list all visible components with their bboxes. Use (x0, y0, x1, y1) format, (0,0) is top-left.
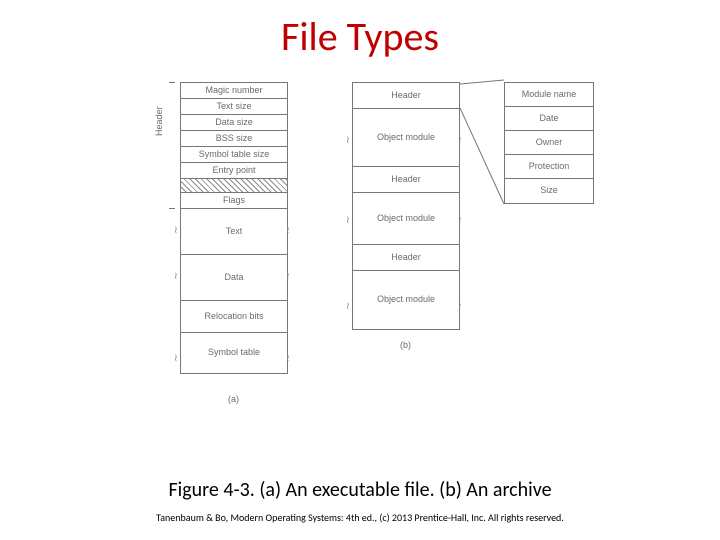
file-types-diagram: Header Magic number Text size Data size … (160, 82, 600, 462)
break-mark: ≀ (286, 356, 296, 368)
exe-hatched (181, 179, 287, 193)
break-mark: ≀ (174, 356, 184, 368)
break-mark: ≀ (346, 304, 356, 316)
break-mark: ≀ (346, 138, 356, 150)
archive-column: Header Object module Header Object modul… (352, 82, 460, 330)
ar-header-0: Header (353, 83, 459, 109)
module-header-detail: Module name Date Owner Protection Size (504, 82, 594, 204)
exe-text-size: Text size (181, 99, 287, 115)
ar-header-2: Header (353, 245, 459, 271)
exe-symbol-table: Symbol table (181, 333, 287, 373)
connector-lines (460, 78, 504, 208)
mod-protection: Protection (505, 155, 593, 179)
ar-objmod-0: Object module (353, 109, 459, 167)
exe-data-size: Data size (181, 115, 287, 131)
break-mark: ≀ (346, 218, 356, 230)
ar-objmod-2: Object module (353, 271, 459, 329)
break-mark: ≀ (286, 228, 296, 240)
break-mark: ≀ (458, 304, 468, 316)
page-title: File Types (0, 0, 720, 61)
ar-objmod-1: Object module (353, 193, 459, 245)
exe-text-segment: Text (181, 209, 287, 255)
exe-bss-size: BSS size (181, 131, 287, 147)
mod-name: Module name (505, 83, 593, 107)
header-brace-label: Header (154, 106, 164, 136)
sublabel-b: (b) (400, 340, 411, 350)
copyright-line: Tanenbaum & Bo, Modern Operating Systems… (0, 511, 720, 524)
sublabel-a: (a) (228, 394, 239, 404)
mod-owner: Owner (505, 131, 593, 155)
exe-sym-table-size: Symbol table size (181, 147, 287, 163)
exe-flags: Flags (181, 193, 287, 209)
mod-size: Size (505, 179, 593, 203)
exe-entry-point: Entry point (181, 163, 287, 179)
ar-header-1: Header (353, 167, 459, 193)
break-mark: ≀ (174, 228, 184, 240)
exe-magic-number: Magic number (181, 83, 287, 99)
break-mark: ≀ (174, 274, 184, 286)
break-mark: ≀ (458, 218, 468, 230)
figure-caption: Figure 4-3. (a) An executable file. (b) … (0, 478, 720, 502)
exe-data-segment: Data (181, 255, 287, 301)
executable-column: Magic number Text size Data size BSS siz… (180, 82, 288, 374)
mod-date: Date (505, 107, 593, 131)
break-mark: ≀ (286, 274, 296, 286)
exe-reloc-bits: Relocation bits (181, 301, 287, 333)
